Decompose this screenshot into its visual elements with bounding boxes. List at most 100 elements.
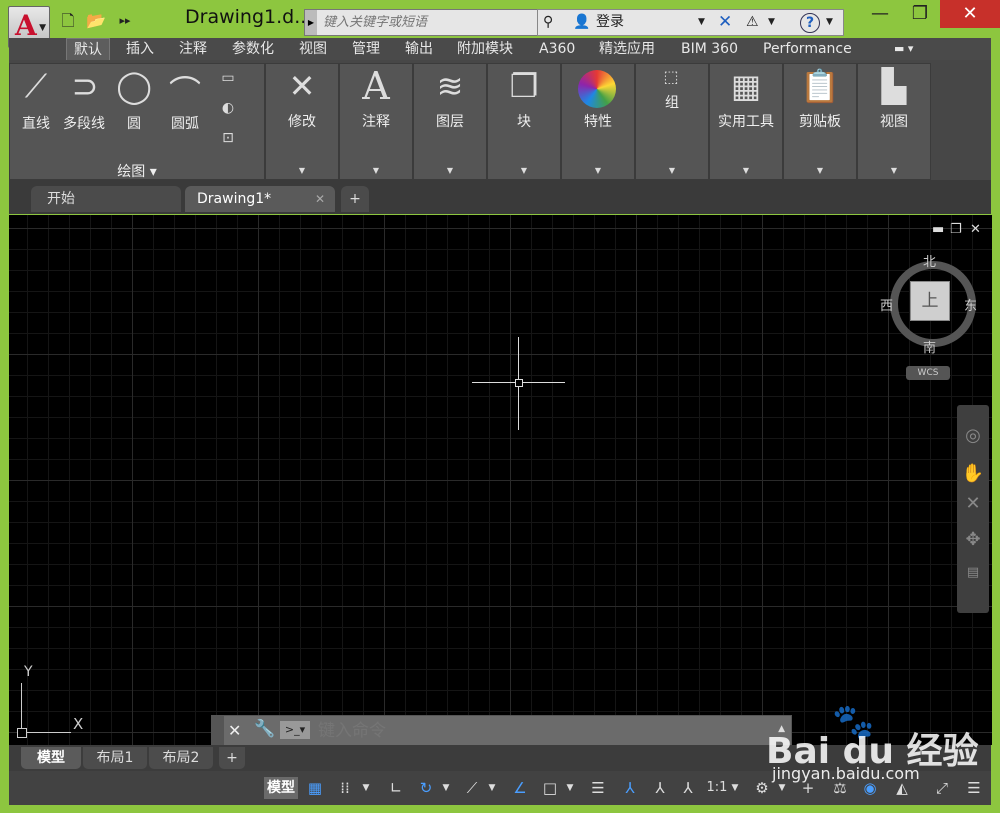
model-space-button[interactable]: 模型 — [264, 777, 298, 799]
pan-hand-icon[interactable]: ✋ — [960, 463, 986, 484]
expand-search-icon[interactable]: ▶ — [305, 10, 317, 35]
line-icon[interactable]: ⟋ — [16, 67, 56, 106]
tab-a360[interactable]: A360 — [539, 38, 575, 60]
compass-south[interactable]: 南 — [923, 337, 936, 356]
tab-view[interactable]: 视图 — [299, 38, 327, 60]
annotate-panel[interactable]: A 注释 ▼ — [339, 63, 413, 180]
minimize-icon[interactable]: — — [860, 0, 900, 28]
tab-default[interactable]: 默认 — [66, 38, 110, 61]
chevron-down-icon[interactable]: ▼ — [826, 10, 833, 35]
auto-scale-icon[interactable]: ⅄ — [647, 777, 673, 799]
layers-panel[interactable]: ≋ 图层 ▼ — [413, 63, 487, 180]
draw-panel-label[interactable]: 绘图 ▾ — [10, 161, 264, 181]
close-window-icon[interactable]: ✕ — [940, 0, 1000, 28]
annotation-visibility-icon[interactable]: ⅄ — [617, 777, 643, 799]
new-tab-button[interactable]: + — [341, 186, 369, 212]
search-box[interactable]: ▶ — [304, 9, 538, 36]
close-icon[interactable]: ✕ — [228, 721, 241, 740]
lineweight-icon[interactable]: ☰ — [585, 777, 611, 799]
showmotion-icon[interactable]: ▤ — [960, 565, 986, 580]
chevron-down-icon[interactable]: ▼ — [439, 777, 453, 799]
tab-layout1[interactable]: 布局1 — [83, 747, 147, 769]
zoom-extents-icon[interactable]: ✕ — [960, 493, 986, 514]
wrench-icon[interactable]: 🔧 — [254, 719, 275, 739]
close-tab-icon[interactable]: ✕ — [315, 186, 325, 212]
snap-mode-icon[interactable]: ⁞⁞ — [332, 777, 358, 799]
block-panel-label: 块 — [517, 114, 531, 130]
exchange-icon[interactable]: ✕ — [718, 10, 732, 35]
open-file-icon[interactable]: 📂 — [83, 10, 109, 32]
compass-east[interactable]: 东 — [964, 295, 977, 314]
help-icon[interactable]: ? — [800, 13, 820, 33]
utilities-panel[interactable]: ▦ 实用工具 ▼ — [709, 63, 783, 180]
tab-start[interactable]: 开始 — [31, 186, 181, 212]
tab-bim360[interactable]: BIM 360 — [681, 38, 738, 60]
new-file-icon[interactable]: 🗋 — [55, 10, 81, 32]
binoculars-icon[interactable]: ⚲ — [543, 10, 553, 35]
properties-panel[interactable]: 特性 ▼ — [561, 63, 635, 180]
orbit-icon[interactable]: ✥ — [960, 529, 986, 550]
viewport-restore-icon[interactable]: ❐ — [950, 222, 962, 237]
wcs-menu[interactable]: WCS — [906, 366, 950, 380]
chevron-down-icon[interactable]: ▼ — [698, 10, 705, 35]
group-panel[interactable]: ⬚ 组 ▼ — [635, 63, 709, 180]
tab-layout2[interactable]: 布局2 — [149, 747, 213, 769]
tab-output[interactable]: 输出 — [405, 38, 433, 60]
steering-wheel-icon[interactable]: ◎ — [960, 425, 986, 446]
polar-tracking-icon[interactable]: ∠ — [507, 777, 533, 799]
compass-west[interactable]: 西 — [880, 295, 893, 314]
modify-panel[interactable]: ✕ 修改 ▼ — [265, 63, 339, 180]
dynamic-input-icon[interactable]: ↻ — [413, 777, 439, 799]
polyline-icon[interactable]: ⊃ — [60, 67, 110, 105]
chevron-down-icon[interactable]: ▼ — [728, 777, 742, 799]
circle-icon[interactable]: ◯ — [114, 67, 154, 105]
boundary-icon[interactable]: ⊡ — [216, 130, 240, 146]
compass-north[interactable]: 北 — [923, 251, 936, 270]
a360-icon[interactable]: ⚠ — [746, 10, 759, 35]
login-label[interactable]: 登录 — [596, 10, 624, 35]
tab-parametric[interactable]: 参数化 — [232, 38, 274, 60]
hatch-icon[interactable]: ◐ — [216, 100, 240, 116]
command-input[interactable] — [316, 720, 760, 742]
viewport-close-icon[interactable]: ✕ — [970, 222, 981, 237]
rectangle-icon[interactable]: ▭ — [216, 70, 240, 86]
restore-icon[interactable]: ❐ — [900, 0, 940, 28]
line-tool-label[interactable]: 直线 — [16, 113, 56, 133]
command-line-grip[interactable] — [212, 716, 224, 745]
tab-annotate[interactable]: 注释 — [179, 38, 207, 60]
chevron-down-icon[interactable]: ▼ — [359, 777, 373, 799]
annotation-scale-icon[interactable]: ⅄ — [675, 777, 701, 799]
search-input[interactable] — [321, 12, 535, 33]
circle-tool-label[interactable]: 圆 — [114, 113, 154, 133]
polyline-tool-label[interactable]: 多段线 — [58, 113, 110, 133]
add-layout-icon[interactable]: + — [219, 747, 245, 769]
view-panel[interactable]: ▙ 视图 ▼ — [857, 63, 931, 180]
drawing-canvas[interactable] — [9, 215, 992, 745]
block-panel[interactable]: ❐ 块 ▼ — [487, 63, 561, 180]
tab-manage[interactable]: 管理 — [352, 38, 380, 60]
tab-performance[interactable]: Performance — [763, 38, 852, 60]
clipboard-panel[interactable]: 📋 剪贴板 ▼ — [783, 63, 857, 180]
recent-commands-icon[interactable]: >_▾ — [280, 721, 310, 739]
viewcube[interactable]: 上 北 南 东 西 — [880, 255, 977, 356]
tab-model[interactable]: 模型 — [21, 747, 81, 769]
grid-icon[interactable]: ▦ — [302, 777, 328, 799]
scale-value[interactable]: 1:1 — [706, 777, 728, 799]
user-icon[interactable]: 👤 — [573, 10, 590, 35]
tab-featured-apps[interactable]: 精选应用 — [599, 38, 655, 60]
object-snap-icon[interactable]: □ — [537, 777, 563, 799]
tab-addins[interactable]: 附加模块 — [457, 38, 513, 60]
infer-constraints-icon[interactable]: ∟ — [383, 777, 409, 799]
chevron-down-icon[interactable]: ▼ — [768, 10, 775, 35]
viewport-minimize-icon[interactable]: ▬ — [932, 222, 944, 237]
ribbon-toggle-icon[interactable]: ▬ ▾ — [894, 38, 913, 60]
more-quick-access-icon[interactable]: ▸▸ — [112, 10, 138, 32]
arc-tool-label[interactable]: 圆弧 — [162, 113, 208, 133]
chevron-down-icon[interactable]: ▼ — [563, 777, 577, 799]
ortho-mode-icon[interactable]: ⟋ — [459, 777, 485, 799]
chevron-down-icon[interactable]: ▼ — [485, 777, 499, 799]
tab-drawing1[interactable]: Drawing1* ✕ — [185, 186, 335, 212]
arc-icon[interactable]: ⌒ — [162, 67, 208, 113]
tab-insert[interactable]: 插入 — [126, 38, 154, 60]
viewcube-top-face[interactable]: 上 — [910, 281, 950, 321]
